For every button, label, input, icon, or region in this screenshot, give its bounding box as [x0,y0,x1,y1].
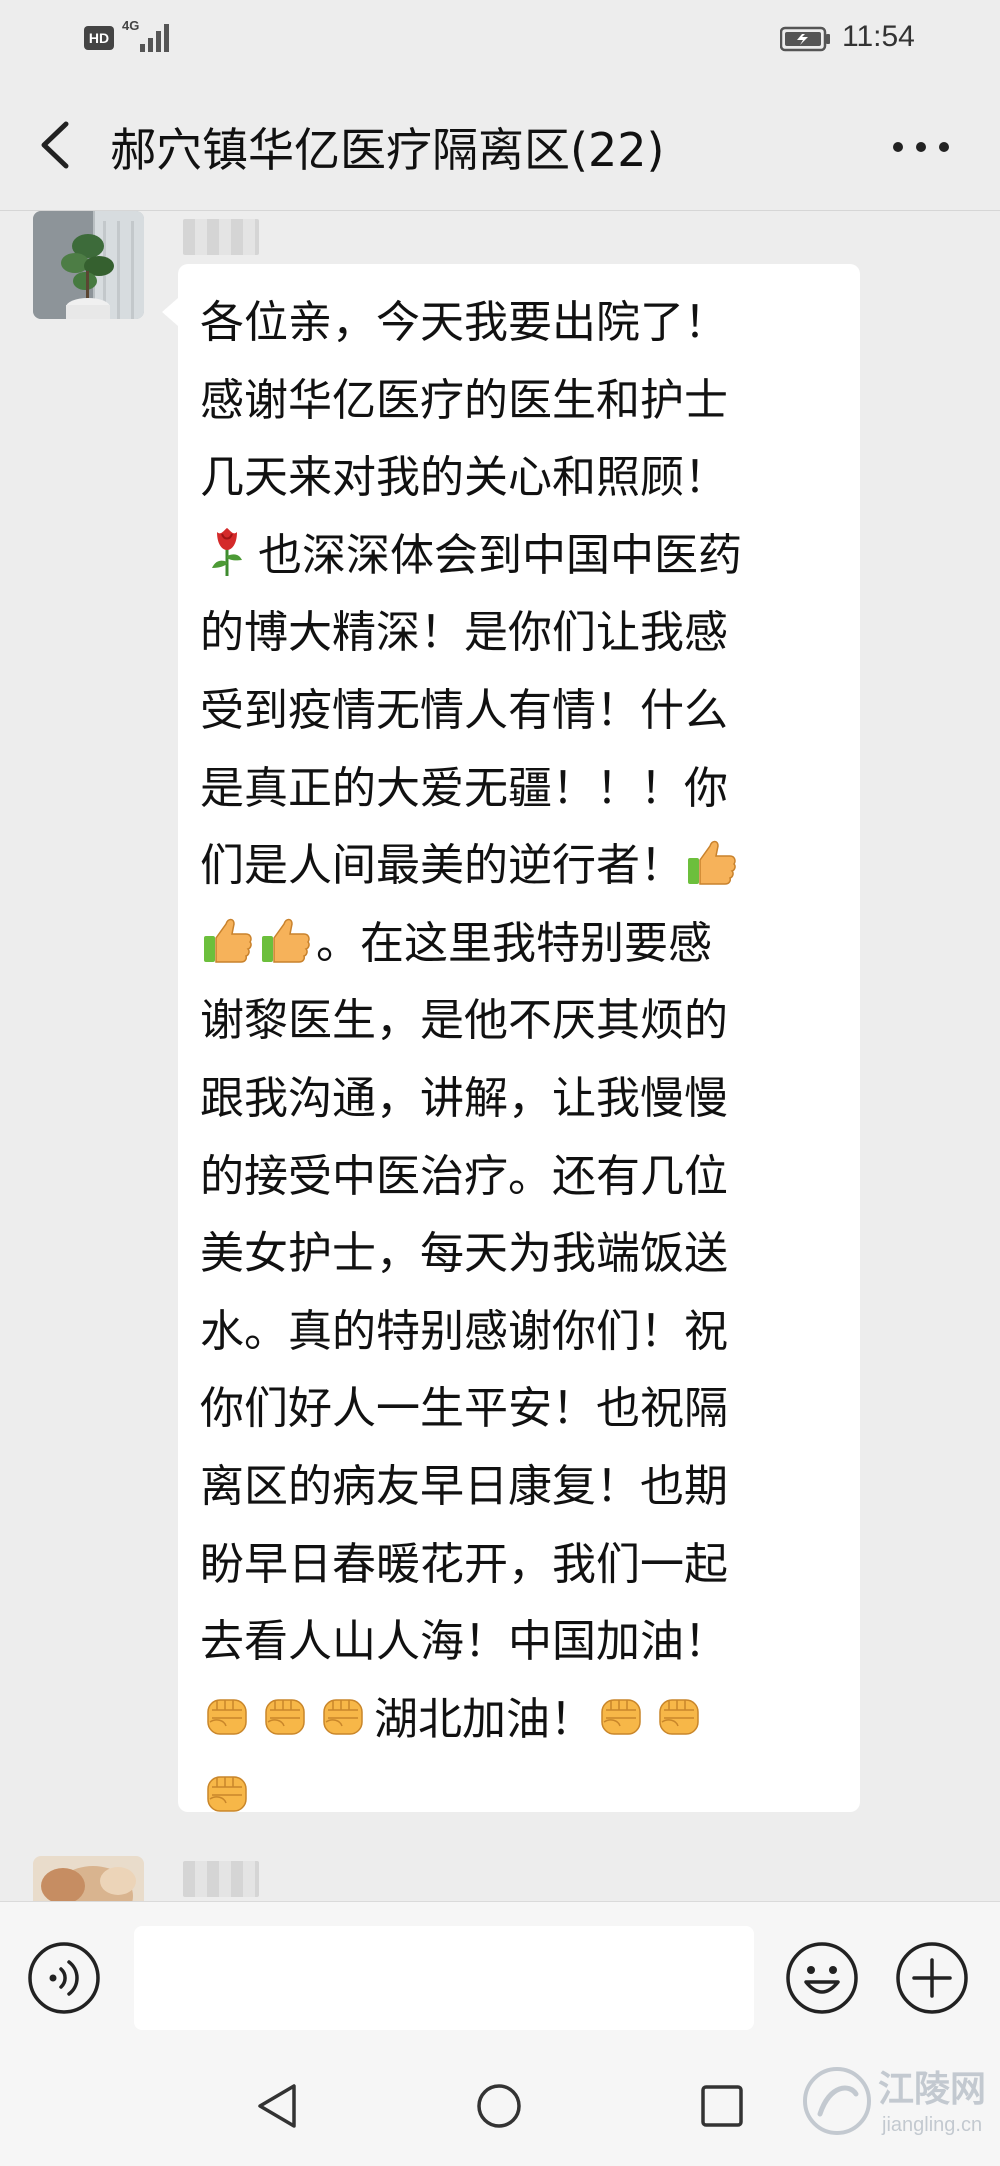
nav-recent-icon[interactable] [696,2080,748,2132]
more-dots-icon[interactable] [886,122,956,172]
message-line: 跟我沟通，讲解，让我慢慢 [200,1072,728,1124]
message-line: 离区的病友早日康复！也期 [200,1460,728,1512]
message-line: 你们好人一生平安！也祝隔 [200,1383,728,1435]
message-line: 各位亲，今天我要出院了！ [200,297,728,348]
message-line-with-emoji: 湖北加油！ [200,1681,800,1759]
sender-name [183,219,259,255]
message-line-with-emoji: 。在这里我特别要感 [200,905,800,983]
chat-title: 郝穴镇华亿医疗隔离区(22) [110,123,665,177]
message-line: 谢黎医生，是他不厌其烦的 [200,995,728,1047]
watermark: 江陵网 jiangling.cn [800,2050,1000,2166]
message-line: 是真正的大爱无疆！！！你 [200,762,728,814]
fist-emoji [265,1698,305,1735]
avatar[interactable] [33,211,144,319]
message-line: 几天来对我的关心和照顾！ [200,452,728,504]
message-line-text: 也深深体会到中国中医药 [258,529,742,581]
message-line-text: 湖北加油！ [374,1693,594,1745]
message-line: 受到疫情无情人有情！什么 [200,684,728,736]
fist-emoji [659,1698,699,1735]
thumbs-up-emoji [204,918,252,963]
battery-icon [780,26,830,52]
nav-home-icon[interactable] [473,2080,525,2132]
fist-emoji [207,1698,247,1735]
message-text: 各位亲，今天我要出院了！ 感谢华亿医疗的医生和护士 几天来对我的关心和照顾！ 也… [200,284,800,1836]
message-line: 的博大精深！是你们让我感 [200,607,728,659]
message-line: 的接受中医治疗。还有几位 [200,1150,728,1202]
fist-emoji [323,1698,363,1735]
nav-back-icon[interactable] [252,2080,304,2132]
message-line: 美女护士，每天为我端饭送 [200,1228,728,1280]
message-line: 去看人山人海！中国加油！ [200,1616,728,1668]
watermark-domain: jiangling.cn [882,2114,983,2136]
message-line-text: 。在这里我特别要感 [316,917,712,969]
hd-badge: HD [84,26,114,50]
voice-icon[interactable] [26,1940,102,2016]
plus-icon[interactable] [894,1940,970,2016]
message-line-with-emoji: 也深深体会到中国中医药 [200,517,800,595]
watermark-name: 江陵网 [878,2069,987,2110]
message-line: 盼早日春暖花开，我们一起 [200,1538,728,1590]
wechat-screen: HD 4G 11:54 郝穴镇华亿医疗隔离区(22) 各位亲，今天我要出院了！ … [0,0,1000,2166]
avatar-image [33,1856,144,1901]
status-bar: HD 4G 11:54 [0,0,1000,82]
message-bubble[interactable]: 各位亲，今天我要出院了！ 感谢华亿医疗的医生和护士 几天来对我的关心和照顾！ 也… [162,264,860,1813]
network-type: 4G [122,18,140,33]
message-line-text: 们是人间最美的逆行者！ [200,840,684,892]
message-line-with-emoji: 们是人间最美的逆行者！ [200,827,800,905]
message-input[interactable] [134,1926,754,2030]
sender-name [183,1861,259,1897]
message-line: 水。真的特别感谢你们！祝 [200,1305,728,1357]
clock: 11:54 [842,20,915,53]
message-line: 感谢华亿医疗的医生和护士 [200,374,728,426]
watermark-logo-icon [803,2067,871,2135]
thumbs-up-emoji [262,918,310,963]
avatar[interactable] [33,1856,144,1901]
fist-emoji [207,1776,247,1813]
chat-header: 郝穴镇华亿医疗隔离区(22) [0,82,1000,210]
rose-emoji [212,527,242,576]
input-bar [0,1901,1000,2044]
back-arrow-icon[interactable] [28,112,84,178]
signal-icon [140,24,169,52]
smiley-icon[interactable] [784,1940,860,2016]
fist-emoji [601,1698,641,1735]
avatar-plant-image [33,211,144,319]
message-line-with-emoji [200,1758,800,1836]
message-list[interactable]: 各位亲，今天我要出院了！ 感谢华亿医疗的医生和护士 几天来对我的关心和照顾！ 也… [0,211,1000,1901]
thumbs-up-emoji [688,840,736,885]
